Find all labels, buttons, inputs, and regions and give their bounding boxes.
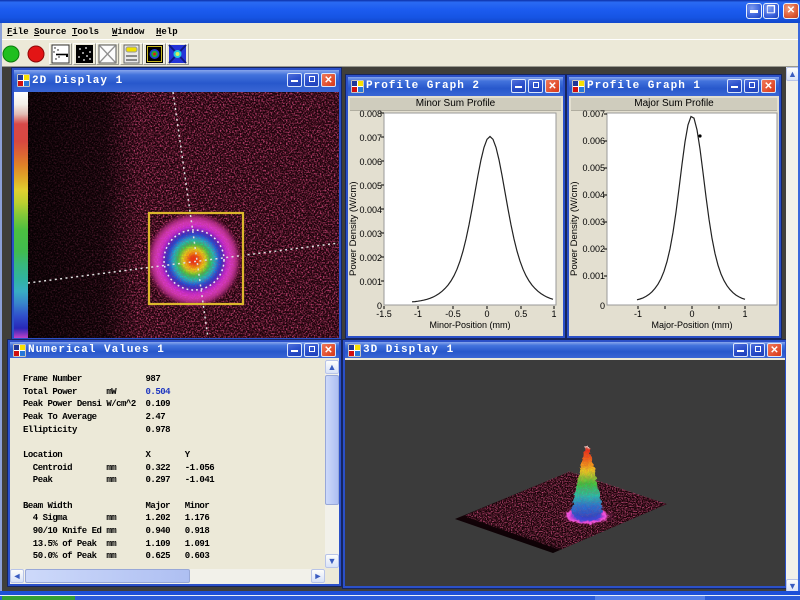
svg-text:0: 0 [484,309,489,319]
svg-text:0.006: 0.006 [359,157,382,167]
svg-text:Power Density (W/cm): Power Density (W/cm) [569,182,580,276]
svg-text:0: 0 [600,301,605,311]
svg-text:1: 1 [742,309,747,319]
svg-text:0.008: 0.008 [359,109,382,119]
svg-text:Major-Position (mm): Major-Position (mm) [651,320,732,330]
svg-text:-1: -1 [414,309,422,319]
svg-text:0.004: 0.004 [582,190,605,200]
svg-text:-0.5: -0.5 [445,309,461,319]
svg-text:0.001: 0.001 [359,277,382,287]
svg-text:0.007: 0.007 [582,109,605,119]
svg-text:0.002: 0.002 [582,244,605,254]
svg-text:0.007: 0.007 [359,133,382,143]
svg-text:-1.5: -1.5 [376,309,392,319]
svg-text:Power Density (W/cm): Power Density (W/cm) [348,182,359,276]
svg-text:0.001: 0.001 [582,271,605,281]
svg-text:0.003: 0.003 [359,229,382,239]
svg-text:0.002: 0.002 [359,253,382,263]
svg-text:0.006: 0.006 [582,136,605,146]
svg-text:0.003: 0.003 [582,217,605,227]
svg-text:0.005: 0.005 [359,181,382,191]
svg-text:0.004: 0.004 [359,205,382,215]
svg-text:0.5: 0.5 [515,309,528,319]
svg-text:0.005: 0.005 [582,163,605,173]
svg-text:Minor-Position (mm): Minor-Position (mm) [429,320,510,330]
svg-text:1: 1 [551,309,556,319]
svg-text:-1: -1 [634,309,642,319]
svg-text:0: 0 [689,309,694,319]
